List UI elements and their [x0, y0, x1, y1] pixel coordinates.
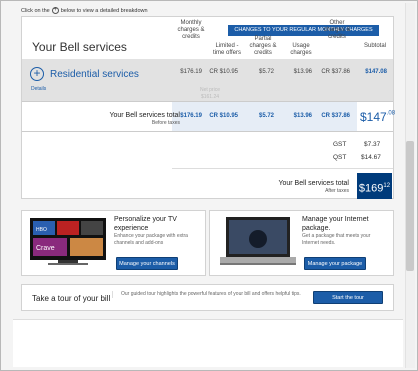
scrollbar-thumb[interactable]	[406, 141, 414, 271]
res-partial: $5.72	[258, 69, 274, 75]
total-monthly: $176.19	[180, 113, 202, 119]
tv-image: HBO Crave	[30, 218, 106, 265]
services-total-row: Your Bell services total Before taxes $1…	[22, 101, 395, 132]
tour-title: Take a tour of your bill	[32, 294, 111, 303]
breakdown-hint: Click on the + below to view a detailed …	[21, 7, 148, 14]
qst-label: QST	[333, 154, 347, 161]
res-usage: $13.96	[293, 69, 312, 75]
final-dollars: $169	[358, 182, 384, 195]
total-usage: $13.96	[293, 113, 312, 119]
lower-section	[13, 319, 403, 367]
hint-text-before: Click on the	[21, 7, 50, 14]
total-label: Your Bell services total	[109, 112, 180, 119]
col-monthly: Monthly charges & credits	[177, 20, 205, 40]
expand-plus-icon[interactable]: +	[30, 67, 44, 81]
res-monthly: $176.19	[180, 69, 202, 75]
tv-promo-title: Personalize your TV experience	[114, 216, 177, 232]
changes-banner: CHANGES TO YOUR REGULAR MONTHLY CHARGES	[228, 25, 379, 36]
tv-promo-card: HBO Crave Personalize your TV experience…	[21, 210, 206, 276]
gst-label: GST	[333, 141, 347, 148]
internet-promo-text: Get a package that meets your Internet n…	[302, 233, 371, 246]
hint-text-after: below to view a detailed breakdown	[60, 7, 148, 14]
final-total-label: Your Bell services total	[278, 180, 349, 187]
net-price: Net price $161.24	[190, 87, 230, 101]
res-subtotal: $147.08	[365, 69, 387, 75]
total-subtotal-cents: .08	[386, 110, 396, 117]
gst-value: $7.37	[364, 141, 381, 148]
manage-channels-button[interactable]: Manage your channels	[116, 257, 178, 270]
tour-card: Take a tour of your bill Our guided tour…	[21, 284, 394, 311]
section-title: Your Bell services	[32, 40, 127, 54]
tour-text: Our guided tour highlights the powerful …	[112, 291, 327, 298]
qst-value: $14.67	[361, 154, 381, 161]
final-cents: 12	[383, 183, 391, 189]
manage-package-button[interactable]: Manage your package	[304, 257, 366, 270]
total-subtotal: $147.08	[360, 108, 395, 126]
col-usage: Usage charges	[290, 43, 312, 56]
total-other: CR $37.86	[321, 113, 350, 119]
col-other: Other charges & credits	[323, 20, 351, 40]
residential-label[interactable]: Residential services	[50, 69, 139, 80]
internet-promo-title: Manage your Internet package.	[302, 216, 369, 232]
col-subtotal: Subtotal	[363, 43, 387, 49]
net-price-label: Net price	[199, 87, 220, 93]
plus-icon: +	[51, 7, 59, 14]
col-limited: Limited - time offers	[213, 43, 241, 56]
divider	[172, 168, 393, 169]
net-price-value: $161.24	[200, 94, 220, 100]
res-limited: CR $10.95	[209, 69, 238, 75]
final-total-sublabel: After taxes	[325, 188, 349, 194]
total-limited: CR $10.95	[209, 113, 238, 119]
total-partial: $5.72	[258, 113, 274, 119]
page-frame: Click on the + below to view a detailed …	[0, 0, 418, 371]
start-tour-button[interactable]: Start the tour	[313, 291, 383, 304]
total-sublabel: Before taxes	[151, 120, 180, 126]
internet-promo-card: Manage your Internet package. Get a pack…	[209, 210, 394, 276]
laptop-image	[220, 217, 296, 265]
total-subtotal-dollars: $147	[360, 110, 387, 124]
bell-services-card: CHANGES TO YOUR REGULAR MONTHLY CHARGES …	[21, 16, 395, 199]
tv-promo-text: Enhance your package with extra channels…	[114, 233, 188, 246]
svg-text:Crave: Crave	[36, 245, 55, 252]
svg-text:HBO: HBO	[36, 227, 47, 233]
details-link[interactable]: Details	[31, 86, 46, 92]
res-other: CR $37.86	[321, 69, 350, 75]
col-partial: Partial charges & credits	[249, 36, 277, 56]
final-total-amount: $16912	[357, 173, 392, 199]
